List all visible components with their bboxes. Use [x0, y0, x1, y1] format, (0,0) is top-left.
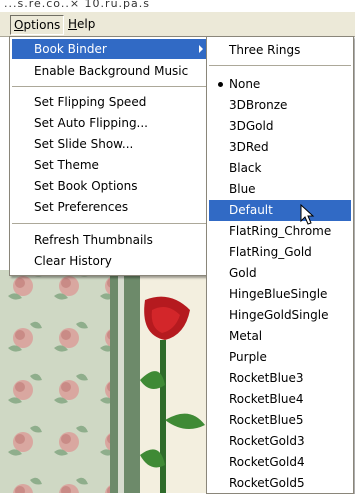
submenu-item-label: Black	[229, 161, 262, 175]
submenu-item-metal[interactable]: Metal	[209, 326, 351, 347]
menu-item-label: Set Preferences	[34, 200, 129, 214]
submenu-item-3dgold[interactable]: 3DGold	[209, 116, 351, 137]
submenu-item-hingegoldsingle[interactable]: HingeGoldSingle	[209, 305, 351, 326]
submenu-item-label: RocketGold3	[229, 434, 305, 448]
submenu-item-3dbronze[interactable]: 3DBronze	[209, 95, 351, 116]
submenu-item-gold[interactable]: Gold	[209, 263, 351, 284]
menu-bar: ...s.re.co..× 10.ru.pa.s Options Help	[0, 0, 355, 37]
submenu-item-label: FlatRing_Chrome	[229, 224, 332, 238]
submenu-item-label: FlatRing_Gold	[229, 245, 312, 259]
menu-item-label: Set Book Options	[34, 179, 138, 193]
submenu-item-flatring-chrome[interactable]: FlatRing_Chrome	[209, 221, 351, 242]
submenu-item-black[interactable]: Black	[209, 158, 351, 179]
submenu-item-label: Blue	[229, 182, 256, 196]
submenu-item-label: Three Rings	[229, 43, 301, 57]
help-label-rest: elp	[77, 17, 96, 31]
menu-item-label: Set Slide Show...	[34, 137, 134, 151]
menu-item-label: Refresh Thumbnails	[34, 233, 153, 247]
submenu-item-rocketgold5[interactable]: RocketGold5	[209, 473, 351, 494]
submenu-item-label: RocketBlue5	[229, 413, 304, 427]
submenu-item-label: RocketBlue3	[229, 371, 304, 385]
options-dropdown-menu: Book Binder Enable Background Music Set …	[9, 36, 212, 276]
menu-item-label: Book Binder	[34, 42, 107, 56]
menu-item-set-slide-show[interactable]: Set Slide Show...	[12, 134, 209, 154]
menu-item-label: Set Theme	[34, 158, 99, 172]
menu-item-set-book-options[interactable]: Set Book Options	[12, 176, 209, 196]
submenu-item-label: 3DGold	[229, 119, 274, 133]
options-label-rest: ptions	[23, 18, 61, 32]
submenu-item-three-rings[interactable]: Three Rings	[209, 40, 351, 61]
menu-item-set-auto-flipping[interactable]: Set Auto Flipping...	[12, 113, 209, 133]
radio-bullet-icon	[218, 82, 223, 87]
menu-item-label: Set Auto Flipping...	[34, 116, 148, 130]
book-binder-submenu: Three Rings None 3DBronze 3DGold 3DRed B…	[206, 36, 354, 494]
submenu-item-label: HingeBlueSingle	[229, 287, 328, 301]
submenu-item-label: HingeGoldSingle	[229, 308, 329, 322]
submenu-item-rocketblue5[interactable]: RocketBlue5	[209, 410, 351, 431]
submenu-item-default[interactable]: Default	[209, 200, 351, 221]
submenu-item-flatring-gold[interactable]: FlatRing_Gold	[209, 242, 351, 263]
submenu-item-label: Gold	[229, 266, 257, 280]
menu-item-set-flipping-speed[interactable]: Set Flipping Speed	[12, 92, 209, 112]
mouse-cursor-icon	[300, 204, 315, 225]
menu-item-enable-background-music[interactable]: Enable Background Music	[12, 61, 209, 81]
submenu-item-purple[interactable]: Purple	[209, 347, 351, 368]
menu-separator	[12, 86, 209, 87]
submenu-item-label: 3DBronze	[229, 98, 288, 112]
window-title-text: ...s.re.co..× 10.ru.pa.s	[4, 0, 150, 10]
submenu-item-label: None	[229, 77, 261, 91]
submenu-item-rocketgold4[interactable]: RocketGold4	[209, 452, 351, 473]
submenu-item-label: RocketGold4	[229, 455, 305, 469]
menu-item-refresh-thumbnails[interactable]: Refresh Thumbnails	[12, 230, 209, 250]
submenu-item-hingebluesingle[interactable]: HingeBlueSingle	[209, 284, 351, 305]
menu-item-label: Enable Background Music	[34, 64, 189, 78]
submenu-item-3dred[interactable]: 3DRed	[209, 137, 351, 158]
submenu-item-blue[interactable]: Blue	[209, 179, 351, 200]
menu-help[interactable]: Help	[65, 15, 98, 33]
submenu-arrow-icon	[199, 45, 203, 53]
submenu-item-label: 3DRed	[229, 140, 269, 154]
submenu-item-rocketgold3[interactable]: RocketGold3	[209, 431, 351, 452]
submenu-item-label: Metal	[229, 329, 263, 343]
submenu-item-label: Default	[229, 203, 273, 217]
menu-item-clear-history[interactable]: Clear History	[12, 251, 209, 271]
menu-item-label: Clear History	[34, 254, 112, 268]
window-title-fragment: ...s.re.co..× 10.ru.pa.s	[0, 0, 355, 12]
menu-item-label: Set Flipping Speed	[34, 95, 147, 109]
menu-options[interactable]: Options	[10, 15, 65, 35]
submenu-item-label: RocketBlue4	[229, 392, 304, 406]
help-hotkey: H	[68, 17, 78, 31]
submenu-item-label: RocketGold5	[229, 476, 305, 490]
menu-item-set-theme[interactable]: Set Theme	[12, 155, 209, 175]
submenu-item-rocketblue4[interactable]: RocketBlue4	[209, 389, 351, 410]
menu-item-set-preferences[interactable]: Set Preferences	[12, 197, 209, 217]
menu-separator	[209, 65, 351, 66]
menu-item-book-binder[interactable]: Book Binder	[12, 39, 209, 59]
submenu-item-none[interactable]: None	[209, 74, 351, 95]
submenu-item-label: Purple	[229, 350, 267, 364]
menu-separator	[12, 223, 209, 224]
submenu-item-rocketblue3[interactable]: RocketBlue3	[209, 368, 351, 389]
